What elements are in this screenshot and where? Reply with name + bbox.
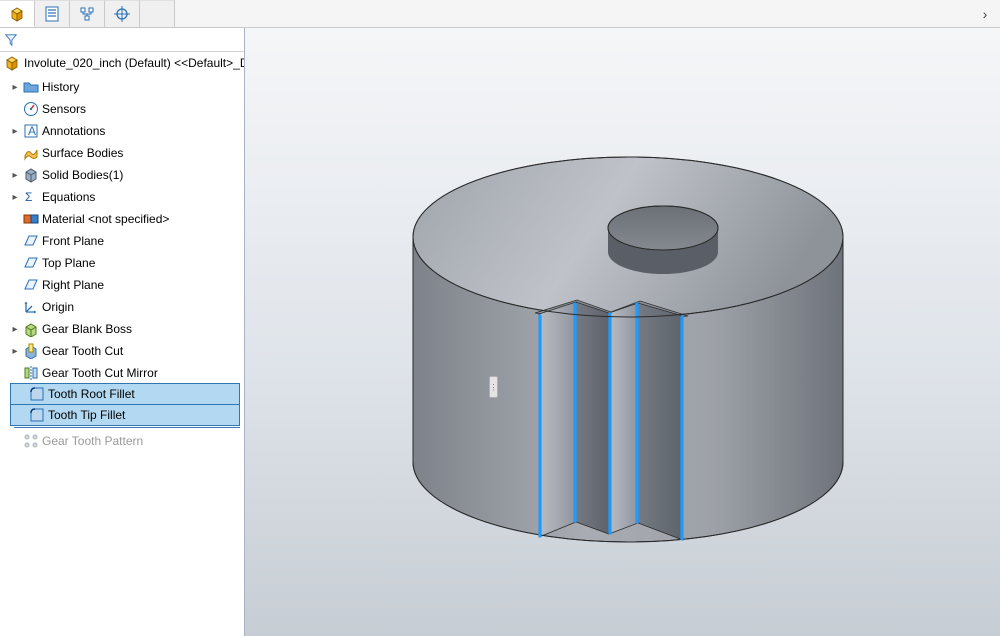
manager-tabs: › [0, 0, 1000, 28]
tab-display-manager[interactable] [140, 0, 175, 27]
tree-top-plane[interactable]: Top Plane [2, 252, 244, 274]
tree-equations[interactable]: ▸ Equations [2, 186, 244, 208]
chevron-right-icon[interactable]: ▸ [10, 324, 20, 335]
tab-property-manager[interactable] [35, 0, 70, 27]
tree-root[interactable]: Involute_020_inch (Default) <<Default>_D [0, 52, 244, 74]
tab-feature-manager[interactable] [0, 0, 35, 27]
extrude-icon [23, 321, 39, 337]
mirror-icon [23, 365, 39, 381]
tree-material[interactable]: Material <not specified> [2, 208, 244, 230]
tree-annotations[interactable]: ▸ Annotations [2, 120, 244, 142]
solid-icon [23, 167, 39, 183]
tree-origin[interactable]: Origin [2, 296, 244, 318]
tree-tooth-root-fillet[interactable]: Tooth Root Fillet [10, 383, 240, 405]
tree-gear-tooth-cut[interactable]: ▸ Gear Tooth Cut [2, 340, 244, 362]
chevron-right-icon[interactable]: ▸ [10, 346, 20, 357]
root-label: Involute_020_inch (Default) <<Default>_D [24, 56, 244, 70]
tree-gear-tooth-cut-mirror[interactable]: Gear Tooth Cut Mirror [2, 362, 244, 384]
hierarchy-icon [79, 6, 95, 22]
annotation-icon [23, 123, 39, 139]
folder-icon [23, 79, 39, 95]
part-icon [4, 55, 20, 71]
rollback-bar[interactable] [14, 427, 240, 428]
appearance-icon [149, 6, 165, 22]
plane-icon [23, 255, 39, 271]
funnel-icon [4, 33, 18, 47]
sigma-icon [23, 189, 39, 205]
target-icon [114, 6, 130, 22]
cut-icon [23, 343, 39, 359]
list-icon [44, 6, 60, 22]
plane-icon [23, 277, 39, 293]
tab-configuration-manager[interactable] [70, 0, 105, 27]
plane-icon [23, 233, 39, 249]
feature-tree-panel: Involute_020_inch (Default) <<Default>_D… [0, 28, 245, 636]
origin-icon [23, 299, 39, 315]
feature-tree: ▸ History Sensors ▸ Annotations Surface … [0, 74, 244, 452]
sensor-icon [23, 101, 39, 117]
tree-solid-bodies[interactable]: ▸ Solid Bodies(1) [2, 164, 244, 186]
tree-surface-bodies[interactable]: Surface Bodies [2, 142, 244, 164]
filter-row[interactable] [0, 28, 244, 52]
tabs-overflow[interactable]: › [970, 0, 1000, 27]
tree-front-plane[interactable]: Front Plane [2, 230, 244, 252]
chevron-right-icon[interactable]: ▸ [10, 82, 20, 93]
fillet-icon [29, 386, 45, 402]
graphics-viewport[interactable]: ⋮ [245, 28, 1000, 636]
surface-icon [23, 145, 39, 161]
model-rendering [343, 82, 903, 582]
tree-gear-blank-boss[interactable]: ▸ Gear Blank Boss [2, 318, 244, 340]
fillet-icon [29, 407, 45, 423]
material-icon [23, 211, 39, 227]
chevron-right-icon[interactable]: ▸ [10, 192, 20, 203]
tree-right-plane[interactable]: Right Plane [2, 274, 244, 296]
tree-sensors[interactable]: Sensors [2, 98, 244, 120]
tab-dimxpert[interactable] [105, 0, 140, 27]
tree-history[interactable]: ▸ History [2, 76, 244, 98]
tree-gear-tooth-pattern[interactable]: Gear Tooth Pattern [2, 430, 244, 452]
part-icon [9, 6, 25, 22]
panel-splitter-handle[interactable]: ⋮ [489, 376, 498, 398]
tree-tooth-tip-fillet[interactable]: Tooth Tip Fillet [10, 404, 240, 426]
pattern-icon [23, 433, 39, 449]
chevron-right-icon[interactable]: ▸ [10, 170, 20, 181]
chevron-right-icon[interactable]: ▸ [10, 126, 20, 137]
